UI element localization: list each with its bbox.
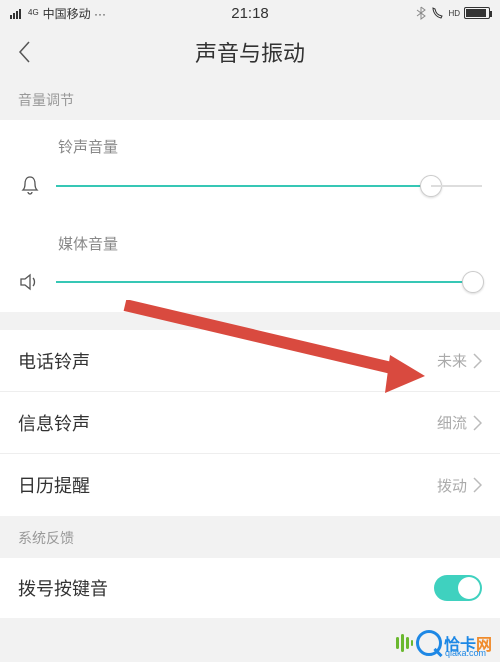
watermark-brand-cn: 恰卡 <box>444 631 476 655</box>
message-ringtone-row[interactable]: 信息铃声 细流 <box>0 392 500 454</box>
media-volume-label: 媒体音量 <box>58 233 482 254</box>
dialpad-tone-toggle[interactable] <box>434 575 482 601</box>
chevron-left-icon <box>17 40 31 64</box>
speaker-icon <box>18 272 42 292</box>
watermark-search-icon <box>416 630 442 656</box>
status-left: 4G 中国移动 ··· <box>10 5 106 22</box>
chevron-right-icon <box>473 415 482 431</box>
watermark: 恰卡 网 qiaka.com <box>394 630 492 656</box>
dialpad-tone-title: 拨号按键音 <box>18 575 108 601</box>
bell-icon <box>18 175 42 197</box>
message-ringtone-title: 信息铃声 <box>18 410 90 436</box>
clock: 21:18 <box>231 5 269 22</box>
media-volume-block: 媒体音量 <box>0 217 500 312</box>
media-volume-slider[interactable] <box>56 281 482 283</box>
watermark-brand-suffix: 网 <box>476 631 492 655</box>
ringtone-list: 电话铃声 未来 信息铃声 细流 日历提醒 拨动 <box>0 330 500 516</box>
phone-ringtone-row[interactable]: 电话铃声 未来 <box>0 330 500 392</box>
signal-icon <box>10 7 24 19</box>
bluetooth-icon <box>416 6 426 20</box>
calendar-reminder-title: 日历提醒 <box>18 472 90 498</box>
carrier-label: 中国移动 ··· <box>43 5 106 22</box>
watermark-logo-icon <box>394 633 414 653</box>
calendar-reminder-row[interactable]: 日历提醒 拨动 <box>0 454 500 516</box>
ringer-volume-label: 铃声音量 <box>58 136 482 157</box>
calendar-reminder-value: 拨动 <box>437 475 467 496</box>
phone-ringtone-value: 未来 <box>437 350 467 371</box>
phone-ringtone-title: 电话铃声 <box>18 348 90 374</box>
ringer-volume-slider[interactable] <box>56 185 482 187</box>
battery-icon <box>464 7 490 19</box>
status-right: HD <box>416 6 490 20</box>
back-button[interactable] <box>0 26 48 78</box>
signal-label: 4G <box>28 10 39 16</box>
section-header-feedback: 系统反馈 <box>0 516 500 558</box>
section-header-volume: 音量调节 <box>0 78 500 120</box>
header: 声音与振动 <box>0 26 500 78</box>
ringer-volume-block: 铃声音量 <box>0 120 500 217</box>
dialpad-tone-row: 拨号按键音 <box>0 558 500 618</box>
message-ringtone-value: 细流 <box>437 412 467 433</box>
volume-sliders: 铃声音量 媒体音量 <box>0 120 500 312</box>
watermark-domain: qiaka.com <box>445 648 486 658</box>
chevron-right-icon <box>473 477 482 493</box>
chevron-right-icon <box>473 353 482 369</box>
hd-label: HD <box>448 9 460 18</box>
status-bar: 4G 中国移动 ··· 21:18 HD <box>0 0 500 26</box>
page-title: 声音与振动 <box>195 36 305 68</box>
phone-hd-icon <box>430 6 444 20</box>
